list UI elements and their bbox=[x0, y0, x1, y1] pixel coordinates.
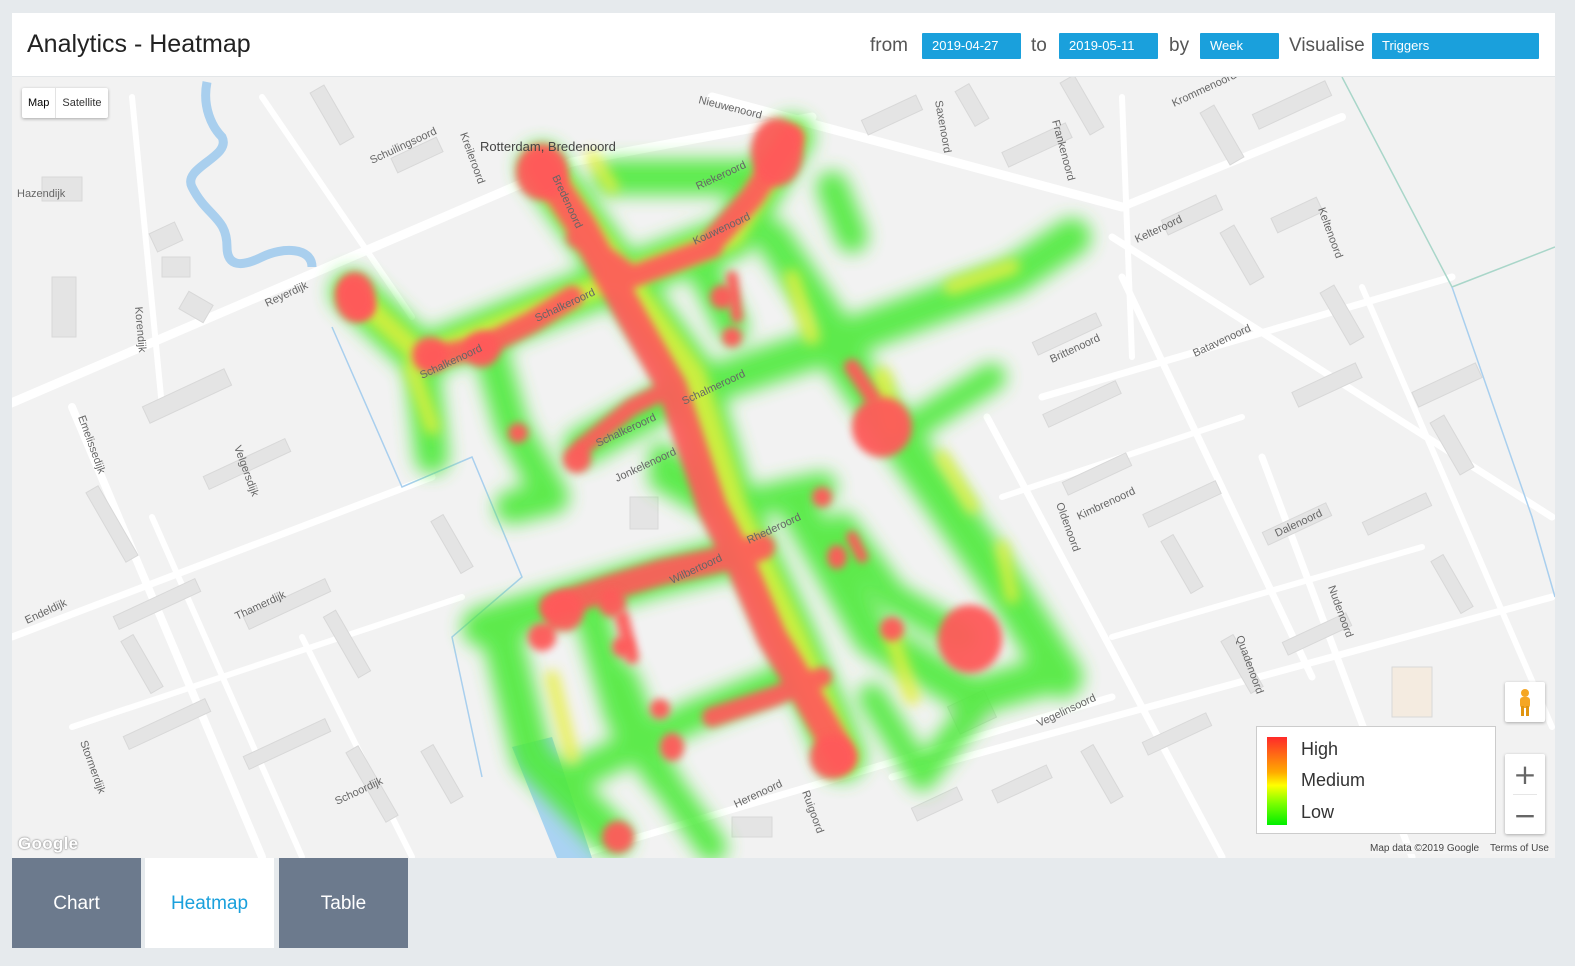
place-label: Rotterdam, Bredenoord bbox=[480, 139, 616, 154]
legend-low: Low bbox=[1301, 802, 1335, 822]
legend-medium: Medium bbox=[1301, 770, 1366, 790]
tab-table[interactable]: Table bbox=[279, 858, 408, 948]
pegman-glyph bbox=[1520, 689, 1530, 716]
legend-gradient bbox=[1267, 737, 1287, 825]
map-type-map[interactable]: Map bbox=[22, 88, 55, 118]
minus-icon[interactable]: − bbox=[1505, 795, 1545, 835]
street-label: Emelissedijk bbox=[75, 414, 107, 476]
map-data-attribution: Map data ©2019 Google bbox=[1370, 843, 1480, 854]
street-label: Kimbrenoord bbox=[1075, 485, 1137, 522]
visualise-label: Visualise bbox=[1289, 35, 1365, 56]
street-label: Stormerdijk bbox=[77, 739, 107, 796]
legend-high: High bbox=[1301, 739, 1339, 759]
tab-chart[interactable]: Chart bbox=[12, 858, 141, 948]
terms-link[interactable]: Terms of Use bbox=[1490, 843, 1549, 854]
canal bbox=[186, 81, 317, 268]
street-label: Saxenoord bbox=[932, 99, 953, 153]
google-logo: Google bbox=[18, 834, 79, 853]
heat-legend: High Medium Low bbox=[1256, 726, 1496, 834]
from-label: from bbox=[870, 35, 908, 56]
street-label: Krommenoord bbox=[1170, 77, 1238, 110]
street-label: Frankenoord bbox=[1049, 119, 1077, 182]
header-bar: Analytics - Heatmap from 2019-04-27 to 2… bbox=[12, 13, 1555, 77]
analytics-panel: Analytics - Heatmap from 2019-04-27 to 2… bbox=[12, 13, 1555, 858]
street-label: Hazendijk bbox=[17, 188, 66, 200]
plus-icon[interactable]: + bbox=[1505, 754, 1545, 794]
to-date-input[interactable]: 2019-05-11 bbox=[1059, 33, 1158, 59]
map-type-satellite[interactable]: Satellite bbox=[56, 88, 107, 118]
pegman-icon[interactable] bbox=[1505, 682, 1545, 722]
street-label: Ruigoord bbox=[799, 789, 826, 835]
by-label: by bbox=[1169, 35, 1190, 56]
map-type-control: Map Satellite bbox=[22, 88, 108, 118]
from-date-input[interactable]: 2019-04-27 bbox=[922, 33, 1021, 59]
zoom-control: + − bbox=[1505, 754, 1545, 834]
street-label: Keltenoord bbox=[1315, 206, 1344, 260]
page-title: Analytics - Heatmap bbox=[27, 30, 251, 58]
tab-heatmap[interactable]: Heatmap bbox=[145, 858, 274, 948]
visualise-select[interactable]: Triggers bbox=[1372, 33, 1539, 59]
period-select[interactable]: Week bbox=[1200, 33, 1279, 59]
to-label: to bbox=[1031, 35, 1047, 56]
heatmap-map[interactable]: Rotterdam, Bredenoord Nieuwenoord Schuil… bbox=[12, 77, 1555, 858]
